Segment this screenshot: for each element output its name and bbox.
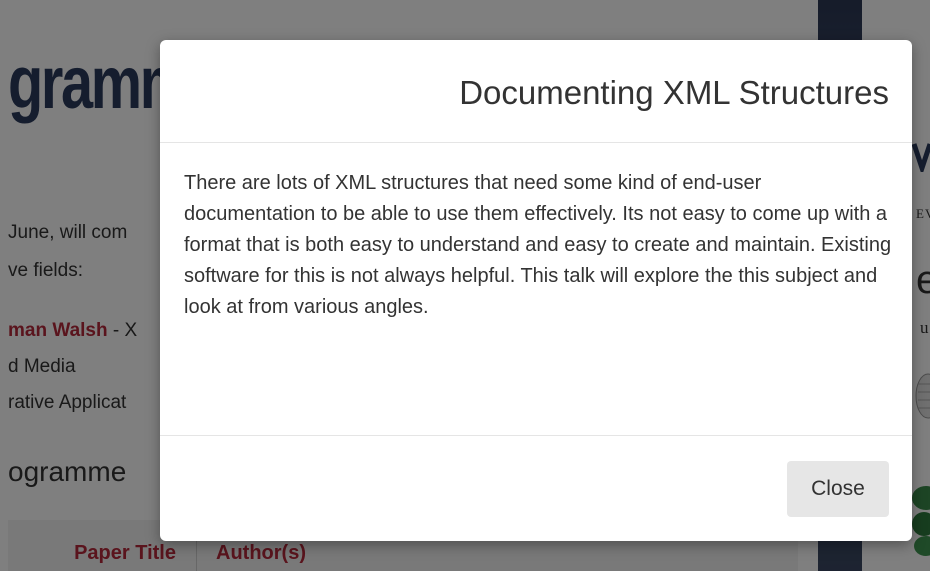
modal-footer: Close bbox=[160, 435, 912, 542]
talk-details-modal: Documenting XML Structures There are lot… bbox=[160, 40, 912, 541]
modal-title: Documenting XML Structures bbox=[459, 74, 889, 111]
modal-header: Documenting XML Structures bbox=[160, 40, 912, 143]
close-button[interactable]: Close bbox=[787, 461, 889, 517]
modal-description: There are lots of XML structures that ne… bbox=[184, 172, 892, 318]
